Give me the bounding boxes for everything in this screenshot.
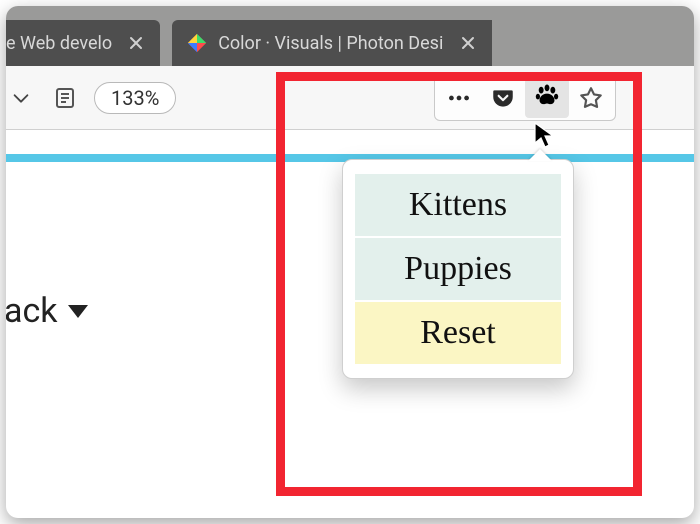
page-dropdown-text: ack bbox=[6, 291, 58, 331]
tab-strip: e Web develo Color · Visuals | Photon De… bbox=[6, 6, 694, 66]
caret-down-icon bbox=[68, 305, 88, 318]
tab-label: e Web develo bbox=[6, 33, 112, 54]
extension-popup: Kittens Puppies Reset bbox=[342, 159, 574, 379]
tab-web-develop[interactable]: e Web develo bbox=[6, 20, 160, 66]
pocket-icon[interactable] bbox=[481, 78, 525, 118]
paw-icon bbox=[533, 82, 561, 114]
tab-color-visuals[interactable]: Color · Visuals | Photon Design bbox=[172, 20, 492, 66]
extension-paw-button[interactable] bbox=[525, 78, 569, 118]
tab-label: Color · Visuals | Photon Design bbox=[218, 33, 444, 54]
popup-item-label: Kittens bbox=[409, 186, 507, 224]
popup-item-puppies[interactable]: Puppies bbox=[355, 238, 561, 300]
zoom-level-label: 133% bbox=[111, 86, 159, 110]
zoom-level-pill[interactable]: 133% bbox=[94, 82, 176, 114]
chevron-down-icon[interactable] bbox=[6, 83, 36, 113]
popup-item-label: Puppies bbox=[404, 250, 512, 288]
close-icon[interactable] bbox=[454, 29, 482, 57]
page-dropdown-label[interactable]: ack bbox=[6, 291, 88, 331]
reader-view-icon[interactable] bbox=[50, 83, 80, 113]
popup-item-reset[interactable]: Reset bbox=[355, 302, 561, 364]
firefox-favicon-icon bbox=[186, 32, 208, 54]
popup-item-kittens[interactable]: Kittens bbox=[355, 174, 561, 236]
toolbar: 133% bbox=[6, 66, 694, 130]
page-actions-menu-icon[interactable] bbox=[437, 78, 481, 118]
popup-item-label: Reset bbox=[420, 314, 496, 352]
close-icon[interactable] bbox=[122, 29, 150, 57]
bookmark-star-icon[interactable] bbox=[569, 78, 613, 118]
page-actions-group bbox=[434, 75, 616, 121]
